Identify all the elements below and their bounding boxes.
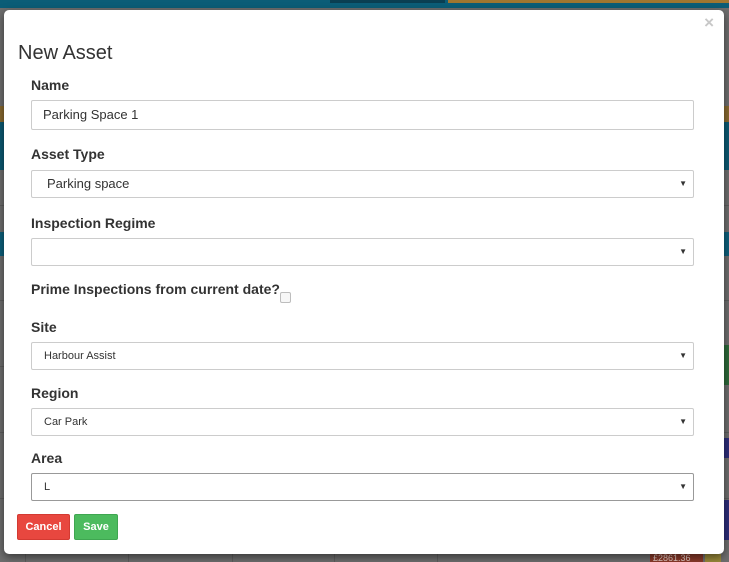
area-select[interactable]: L ▼ [31,473,694,501]
close-icon[interactable]: × [704,13,714,33]
region-value: Car Park [44,416,88,428]
asset-type-select[interactable]: Parking space ▼ [31,170,694,198]
region-label: Region [31,385,79,401]
site-label: Site [31,319,57,335]
inspection-regime-select[interactable]: ▼ [31,238,694,266]
area-value: L [44,481,51,493]
cancel-button[interactable]: Cancel [17,514,70,540]
save-button[interactable]: Save [74,514,118,540]
asset-type-label: Asset Type [31,146,105,162]
new-asset-modal: × New Asset Name Parking Space 1 Asset T… [4,10,724,554]
caret-down-icon: ▼ [679,179,687,188]
background-status-block [724,500,729,540]
name-input[interactable]: Parking Space 1 [31,100,694,130]
region-select[interactable]: Car Park ▼ [31,408,694,436]
caret-down-icon: ▼ [679,417,687,426]
site-value: Harbour Assist [44,350,116,362]
name-label: Name [31,77,70,93]
background-price: £2861.36 [650,554,703,562]
background-status-block [724,345,729,385]
prime-inspections-checkbox[interactable] [280,292,291,303]
caret-down-icon: ▼ [679,247,687,256]
area-label: Area [31,450,63,466]
caret-down-icon: ▼ [679,351,687,360]
site-select[interactable]: Harbour Assist ▼ [31,342,694,370]
prime-inspections-label: Prime Inspections from current date? [31,281,280,297]
background-top-bar [0,0,729,8]
inspection-regime-label: Inspection Regime [31,215,156,231]
asset-type-value: Parking space [47,176,130,191]
background-price-badge [705,554,721,562]
background-status-block [724,438,729,458]
modal-title: New Asset [18,42,113,64]
caret-down-icon: ▼ [679,482,687,491]
